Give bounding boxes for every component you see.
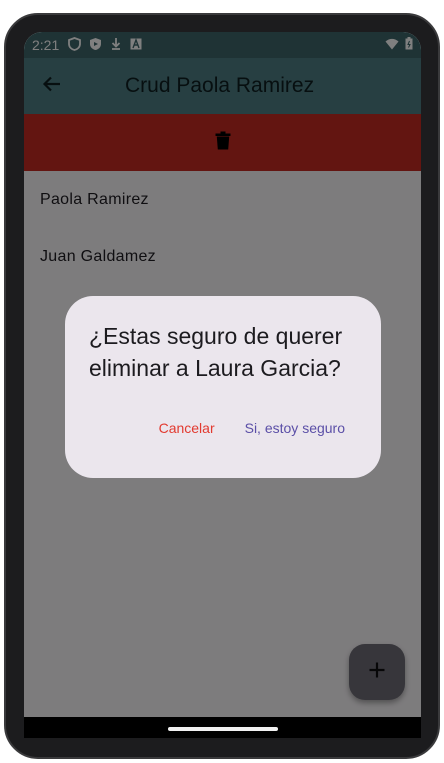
app-screen: 2:21 [24, 32, 421, 738]
navigation-bar [24, 717, 421, 738]
confirm-delete-dialog: ¿Estas seguro de querer eliminar a Laura… [65, 296, 381, 478]
dialog-message: ¿Estas seguro de querer eliminar a Laura… [89, 323, 343, 381]
dialog-actions: Cancelar Si, estoy seguro [159, 420, 345, 436]
cancel-button[interactable]: Cancelar [159, 420, 215, 436]
confirm-button[interactable]: Si, estoy seguro [245, 420, 345, 436]
home-gesture-pill[interactable] [168, 727, 278, 731]
